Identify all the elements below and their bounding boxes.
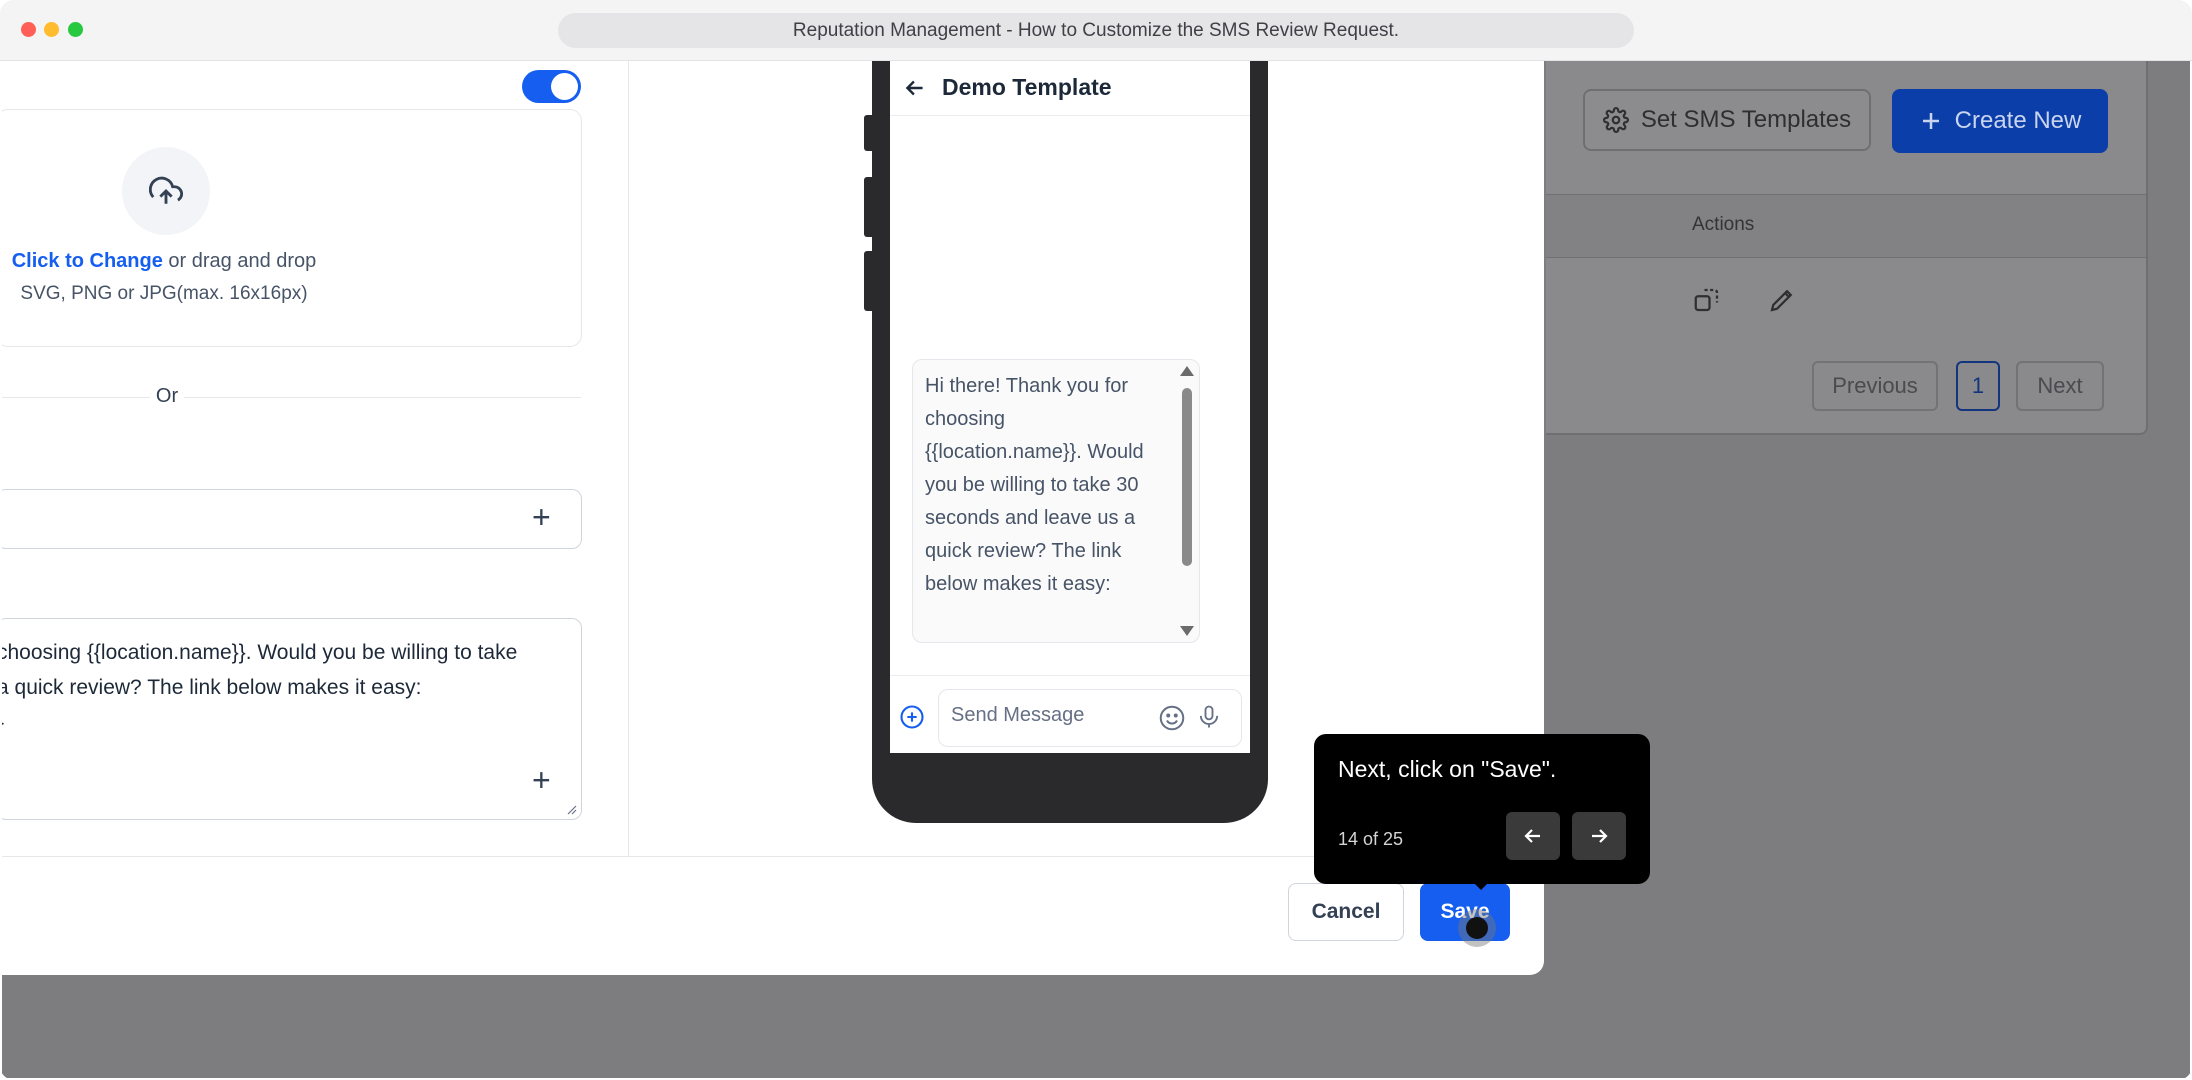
set-sms-templates-button[interactable]: Set SMS Templates: [1583, 89, 1871, 151]
previous-page-button[interactable]: Previous: [1812, 361, 1938, 411]
arrow-right-icon: [1592, 829, 1608, 843]
image-toggle[interactable]: [522, 70, 581, 103]
upload-instructions: Click to Change or drag and drop: [2, 250, 326, 273]
add-custom-value-icon[interactable]: +: [532, 764, 551, 796]
page-content: Set SMS Templates Create New Actions Pre…: [2, 61, 2190, 1078]
chat-title: Demo Template: [942, 74, 1112, 100]
tooltip-back-button[interactable]: [1506, 812, 1560, 860]
maximize-window-button[interactable]: [68, 22, 83, 37]
footer-divider: [2, 856, 1544, 857]
message-line: a quick review? The link below makes it …: [2, 676, 422, 699]
plus-icon: [1922, 113, 1939, 129]
cursor-dot: [1466, 917, 1488, 939]
composer-divider: [890, 675, 1250, 676]
message-bubble: Hi there! Thank you for choosing {{locat…: [912, 359, 1200, 643]
click-to-change-link[interactable]: Click to Change: [12, 250, 163, 272]
tooltip-pointer: [1470, 879, 1492, 890]
tooltip-next-button[interactable]: [1572, 812, 1626, 860]
create-new-button[interactable]: Create New: [1892, 89, 2108, 153]
next-page-button[interactable]: Next: [2016, 361, 2104, 411]
actions-column-header: Actions: [1692, 214, 1755, 235]
send-message-input[interactable]: Send Message: [938, 689, 1242, 747]
arrow-left-icon: [1524, 829, 1540, 843]
window-title: Reputation Management - How to Customize…: [558, 13, 1634, 48]
title-bar: Reputation Management - How to Customize…: [0, 0, 2192, 61]
minimize-window-button[interactable]: [44, 22, 59, 37]
image-upload-dropzone[interactable]: [2, 109, 582, 347]
message-bubble-text: Hi there! Thank you for choosing {{locat…: [925, 375, 1144, 595]
tooltip-instruction: Next, click on "Save".: [1338, 756, 1557, 782]
gear-icon: [1602, 107, 1629, 133]
or-divider: [2, 397, 581, 398]
cancel-button[interactable]: Cancel: [1288, 883, 1404, 941]
or-divider-label: Or: [150, 385, 184, 408]
guide-tooltip: Next, click on "Save". 14 of 25: [1314, 734, 1650, 884]
back-arrow-icon[interactable]: [902, 75, 928, 101]
microphone-icon[interactable]: [1195, 702, 1223, 732]
click-cursor-indicator: [1458, 909, 1496, 947]
plus-circle-icon[interactable]: [898, 703, 926, 731]
sms-template-modal: Click to Change or drag and drop SVG, PN…: [2, 61, 1544, 975]
message-textarea[interactable]: choosing {{location.name}}. Would you be…: [2, 618, 582, 820]
scrollbar-thumb[interactable]: [1182, 388, 1192, 566]
upload-cloud-icon: [122, 147, 210, 235]
resize-handle-icon[interactable]: [565, 803, 577, 815]
table-header: [1546, 194, 2146, 258]
image-url-input[interactable]: [2, 489, 582, 549]
chat-header: Demo Template: [890, 61, 1250, 116]
upload-file-hint: SVG, PNG or JPG(max. 16x16px): [20, 283, 308, 304]
emoji-icon[interactable]: [1157, 703, 1187, 733]
browser-window: Reputation Management - How to Customize…: [0, 0, 2192, 1080]
page-1-button[interactable]: 1: [1956, 361, 2000, 411]
message-text: choosing {{location.name}}. Would you be…: [2, 635, 517, 740]
set-sms-templates-label: Set SMS Templates: [1640, 106, 1852, 133]
message-line: choosing {{location.name}}. Would you be…: [2, 641, 518, 664]
message-line: }: [2, 705, 517, 740]
drag-drop-text: or drag and drop: [162, 250, 317, 272]
scroll-down-arrow-icon[interactable]: [1180, 626, 1194, 636]
create-new-label: Create New: [1954, 107, 2082, 134]
edit-pencil-icon[interactable]: [1767, 285, 1797, 320]
duplicate-icon[interactable]: [1692, 285, 1722, 320]
toggle-knob: [551, 73, 578, 100]
add-icon[interactable]: +: [532, 501, 551, 533]
tooltip-step-counter: 14 of 25: [1338, 829, 1404, 849]
send-message-placeholder: Send Message: [951, 704, 1085, 726]
template-form: Click to Change or drag and drop SVG, PN…: [2, 61, 629, 856]
scroll-up-arrow-icon[interactable]: [1180, 366, 1194, 376]
close-window-button[interactable]: [21, 22, 36, 37]
phone-screen: Demo Template Hi there! Thank you for ch…: [890, 61, 1250, 753]
